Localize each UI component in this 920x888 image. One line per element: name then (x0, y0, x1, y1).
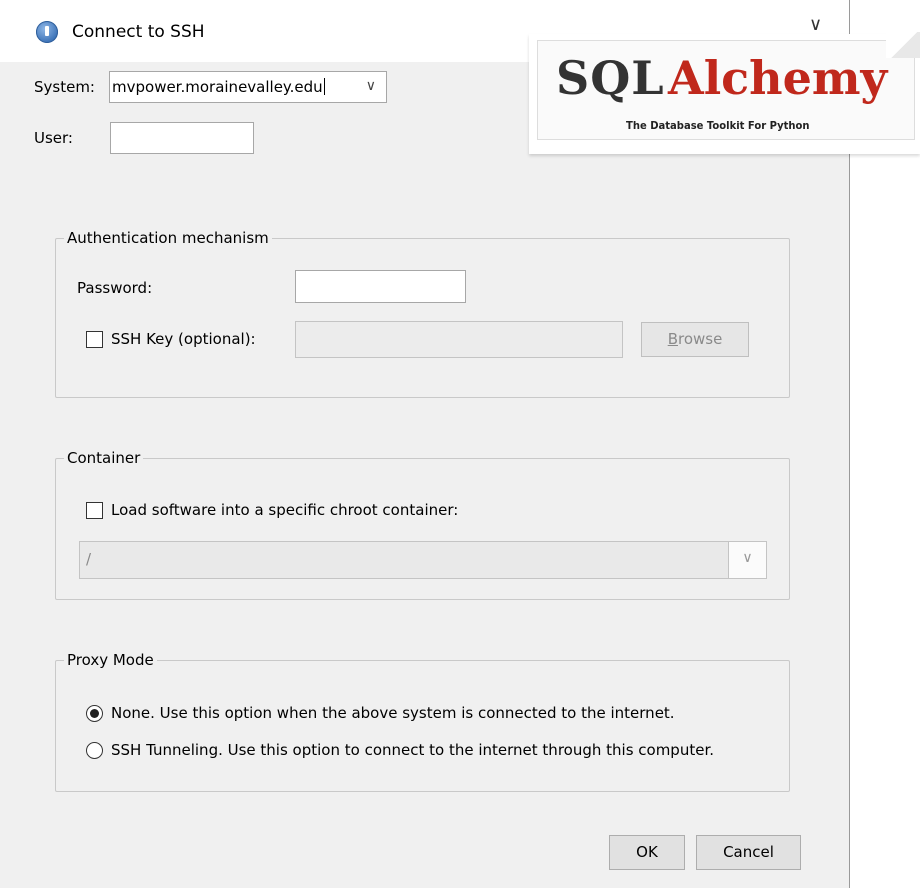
logo-alchemy-text: Alchemy (668, 51, 888, 105)
text-caret (323, 78, 325, 95)
system-label: System: (34, 78, 95, 96)
user-input[interactable] (110, 122, 254, 154)
proxy-none-label: None. Use this option when the above sys… (111, 704, 675, 722)
password-input[interactable] (295, 270, 466, 303)
system-value-text: mvpower.morainevalley.edu (112, 78, 323, 96)
container-legend: Container (67, 449, 141, 467)
proxy-mode-legend: Proxy Mode (67, 651, 154, 669)
logo-tagline: The Database Toolkit For Python (626, 120, 810, 133)
page-curl-icon (886, 32, 920, 58)
app-icon (36, 21, 58, 43)
browse-button[interactable]: Browse (641, 322, 749, 357)
ssh-key-label: SSH Key (optional): (111, 330, 256, 348)
browse-mnemonic: B (667, 330, 678, 348)
authentication-group: Authentication mechanism (55, 229, 790, 398)
chroot-path-combobox[interactable]: / ∨ (79, 541, 767, 579)
logo-card: SQL Alchemy The Database Toolkit For Pyt… (537, 40, 915, 140)
window-menu-chevron-icon[interactable]: ∨ (809, 14, 822, 35)
window-title: Connect to SSH (72, 22, 205, 42)
chevron-down-icon[interactable]: ∨ (366, 78, 376, 94)
chroot-path-value: / (86, 550, 92, 568)
system-combobox[interactable]: mvpower.morainevalley.edu ∨ (109, 71, 387, 103)
system-value[interactable]: mvpower.morainevalley.edu (112, 78, 325, 96)
ssh-key-path-input[interactable] (295, 321, 623, 358)
cancel-button[interactable]: Cancel (696, 835, 801, 870)
ok-button[interactable]: OK (609, 835, 685, 870)
password-label: Password: (77, 279, 153, 297)
chevron-down-icon[interactable]: ∨ (728, 542, 766, 578)
browse-label-rest: rowse (677, 330, 723, 348)
sqlalchemy-logo: SQL Alchemy The Database Toolkit For Pyt… (529, 32, 920, 154)
authentication-legend: Authentication mechanism (67, 229, 269, 247)
logo-sql-text: SQL (556, 51, 665, 105)
user-label: User: (34, 129, 73, 147)
chroot-checkbox[interactable] (86, 502, 103, 519)
chroot-label: Load software into a specific chroot con… (111, 501, 459, 519)
ssh-key-checkbox[interactable] (86, 331, 103, 348)
proxy-ssh-tunneling-label: SSH Tunneling. Use this option to connec… (111, 741, 715, 759)
proxy-ssh-tunneling-radio[interactable] (86, 742, 103, 759)
proxy-none-radio[interactable] (86, 705, 103, 722)
